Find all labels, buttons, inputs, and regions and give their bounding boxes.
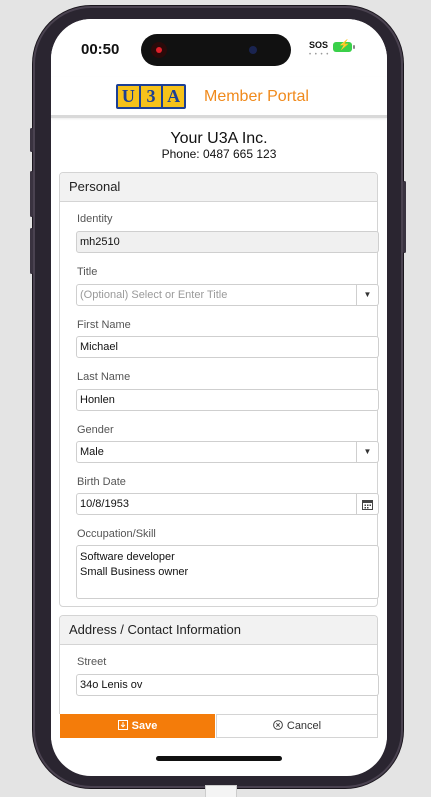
identity-label: Identity	[77, 213, 113, 225]
phone-screen: 00:50 SOS • • • • ⚡ U 3 A Member Portal …	[51, 19, 387, 776]
cancel-label: Cancel	[286, 720, 322, 732]
occupation-textarea[interactable]: Software developer Small Business owner	[76, 545, 379, 599]
birth-date-value: 10/8/1953	[80, 498, 129, 510]
gender-value: Male	[80, 446, 104, 458]
dynamic-island	[141, 34, 291, 66]
org-phone: Phone: 0487 665 123	[161, 147, 277, 161]
status-time: 00:50	[81, 41, 120, 58]
first-name-field[interactable]: Michael	[76, 336, 379, 358]
camera-icon	[249, 46, 257, 54]
gender-select[interactable]: Male ▼	[76, 441, 379, 463]
cancel-button[interactable]: Cancel	[216, 714, 378, 738]
signal-dots: • • • •	[309, 52, 330, 58]
charging-cable	[205, 785, 237, 797]
close-circle-icon	[272, 719, 283, 733]
org-name: Your U3A Inc.	[170, 130, 268, 147]
title-select[interactable]: (Optional) Select or Enter Title ▼	[76, 284, 379, 306]
volume-down-button	[30, 228, 33, 274]
volume-up-button	[30, 171, 33, 217]
occupation-label: Occupation/Skill	[77, 528, 156, 540]
personal-panel-heading: Personal	[60, 173, 377, 202]
home-indicator[interactable]	[156, 756, 282, 761]
identity-field: mh2510	[76, 231, 379, 253]
save-label: Save	[131, 720, 158, 732]
power-button	[403, 181, 406, 253]
address-panel: Address / Contact Information Street 34o…	[59, 615, 379, 725]
app-header: U 3 A Member Portal	[51, 77, 387, 118]
save-icon	[117, 719, 128, 733]
address-panel-heading: Address / Contact Information	[60, 616, 377, 645]
title-label: Title	[77, 266, 98, 278]
chevron-down-icon[interactable]: ▼	[356, 442, 378, 462]
portal-title: Member Portal	[204, 88, 309, 105]
chevron-down-icon[interactable]: ▼	[356, 285, 378, 305]
status-bar: 00:50 SOS • • • • ⚡	[51, 19, 387, 77]
last-name-label: Last Name	[77, 371, 131, 383]
last-name-field[interactable]: Honlen	[76, 389, 379, 411]
recording-indicator-icon	[151, 42, 167, 58]
street-label: Street	[77, 656, 107, 668]
birth-date-label: Birth Date	[77, 476, 126, 488]
birth-date-field[interactable]: 10/8/1953	[76, 493, 379, 515]
u3a-logo: U 3 A	[116, 84, 186, 109]
action-button	[30, 128, 33, 152]
sos-indicator: SOS	[309, 40, 329, 50]
title-placeholder: (Optional) Select or Enter Title	[80, 289, 228, 301]
save-button[interactable]: Save	[60, 714, 215, 738]
gender-label: Gender	[77, 424, 114, 436]
personal-panel: Personal Identity mh2510 Title (Optional…	[59, 172, 379, 607]
action-bar: Save Cancel	[51, 714, 387, 740]
calendar-icon[interactable]	[356, 494, 378, 514]
first-name-label: First Name	[77, 319, 131, 331]
street-field[interactable]: 34o Lenis ov	[76, 674, 379, 696]
battery-charging-icon: ⚡	[333, 40, 355, 52]
